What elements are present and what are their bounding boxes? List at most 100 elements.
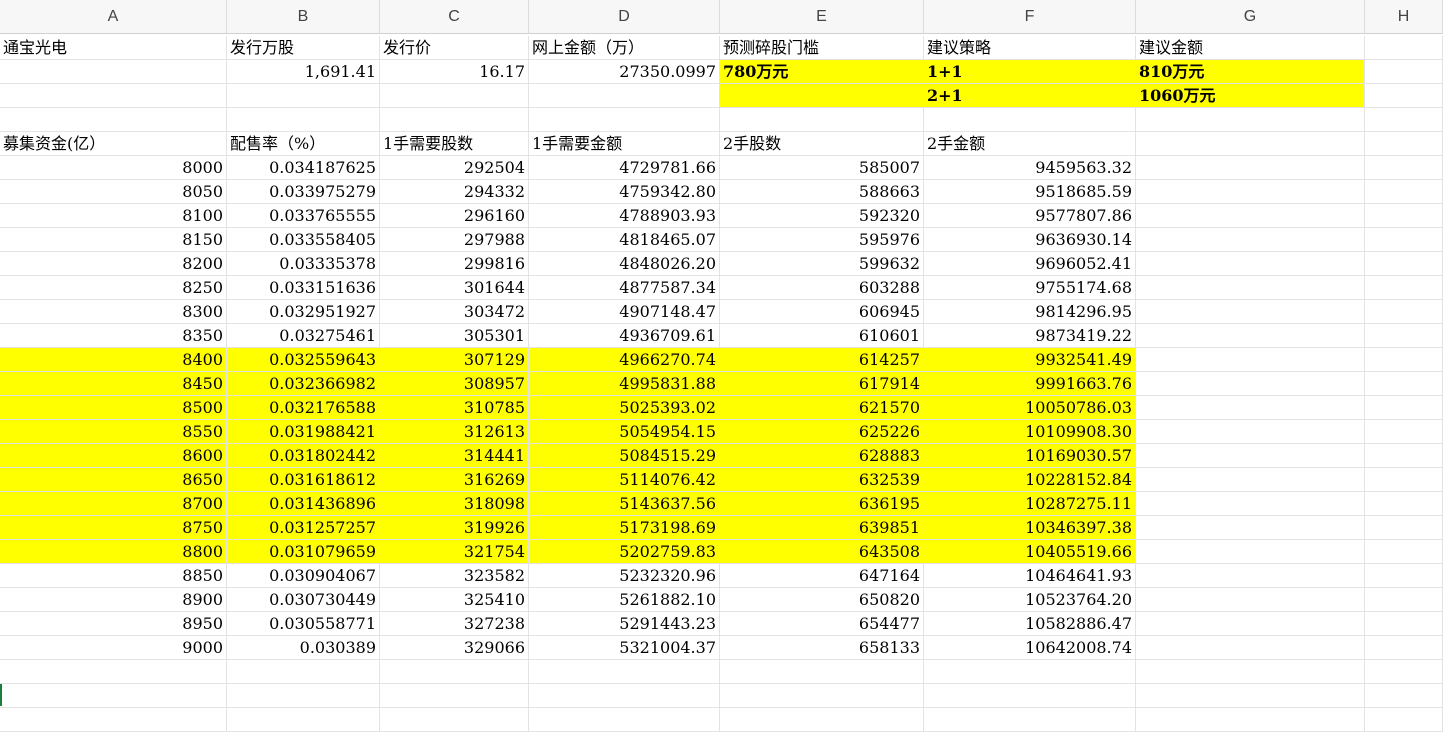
cell-h28[interactable] bbox=[1365, 684, 1443, 708]
column-header-c[interactable]: C bbox=[380, 0, 529, 34]
cell-d27[interactable] bbox=[529, 660, 720, 684]
cell-g10[interactable] bbox=[1136, 252, 1365, 276]
cell-b13[interactable]: 0.03275461 bbox=[227, 324, 380, 348]
cell-b15[interactable]: 0.032366982 bbox=[227, 372, 380, 396]
cell-b4[interactable] bbox=[227, 108, 380, 132]
cell-c9[interactable]: 297988 bbox=[380, 228, 529, 252]
cell-d15[interactable]: 4995831.88 bbox=[529, 372, 720, 396]
cell-g15[interactable] bbox=[1136, 372, 1365, 396]
cell-d18[interactable]: 5084515.29 bbox=[529, 444, 720, 468]
cell-f8[interactable]: 9577807.86 bbox=[924, 204, 1136, 228]
cell-f22[interactable]: 10405519.66 bbox=[924, 540, 1136, 564]
cell-b28[interactable] bbox=[227, 684, 380, 708]
cell-g19[interactable] bbox=[1136, 468, 1365, 492]
cell-d9[interactable]: 4818465.07 bbox=[529, 228, 720, 252]
cell-c14[interactable]: 307129 bbox=[380, 348, 529, 372]
cell-a9[interactable]: 8150 bbox=[0, 228, 227, 252]
cell-c22[interactable]: 321754 bbox=[380, 540, 529, 564]
cell-g13[interactable] bbox=[1136, 324, 1365, 348]
cell-b18[interactable]: 0.031802442 bbox=[227, 444, 380, 468]
cell-g12[interactable] bbox=[1136, 300, 1365, 324]
cell-e25[interactable]: 654477 bbox=[720, 612, 924, 636]
cell-b24[interactable]: 0.030730449 bbox=[227, 588, 380, 612]
cell-h9[interactable] bbox=[1365, 228, 1443, 252]
cell-e9[interactable]: 595976 bbox=[720, 228, 924, 252]
column-header-g[interactable]: G bbox=[1136, 0, 1365, 34]
cell-f3[interactable]: 2+1 bbox=[924, 84, 1136, 108]
cell-d7[interactable]: 4759342.80 bbox=[529, 180, 720, 204]
cell-g1[interactable]: 建议金额 bbox=[1136, 36, 1365, 60]
cell-g24[interactable] bbox=[1136, 588, 1365, 612]
cell-b22[interactable]: 0.031079659 bbox=[227, 540, 380, 564]
cell-f25[interactable]: 10582886.47 bbox=[924, 612, 1136, 636]
cell-b29[interactable] bbox=[227, 708, 380, 732]
cell-a15[interactable]: 8450 bbox=[0, 372, 227, 396]
cell-a13[interactable]: 8350 bbox=[0, 324, 227, 348]
cell-a10[interactable]: 8200 bbox=[0, 252, 227, 276]
cell-b9[interactable]: 0.033558405 bbox=[227, 228, 380, 252]
cell-e18[interactable]: 628883 bbox=[720, 444, 924, 468]
cell-b27[interactable] bbox=[227, 660, 380, 684]
cell-h3[interactable] bbox=[1365, 84, 1443, 108]
cell-h12[interactable] bbox=[1365, 300, 1443, 324]
cell-h20[interactable] bbox=[1365, 492, 1443, 516]
cell-a22[interactable]: 8800 bbox=[0, 540, 227, 564]
cell-h6[interactable] bbox=[1365, 156, 1443, 180]
cell-a27[interactable] bbox=[0, 660, 227, 684]
cell-e11[interactable]: 603288 bbox=[720, 276, 924, 300]
cell-d10[interactable]: 4848026.20 bbox=[529, 252, 720, 276]
cell-e17[interactable]: 625226 bbox=[720, 420, 924, 444]
cell-f24[interactable]: 10523764.20 bbox=[924, 588, 1136, 612]
cell-c27[interactable] bbox=[380, 660, 529, 684]
cell-c13[interactable]: 305301 bbox=[380, 324, 529, 348]
cell-h17[interactable] bbox=[1365, 420, 1443, 444]
cell-e1[interactable]: 预测碎股门槛 bbox=[720, 36, 924, 60]
cell-c11[interactable]: 301644 bbox=[380, 276, 529, 300]
cell-a29[interactable] bbox=[0, 708, 227, 732]
cell-a21[interactable]: 8750 bbox=[0, 516, 227, 540]
cell-a18[interactable]: 8600 bbox=[0, 444, 227, 468]
cell-d28[interactable] bbox=[529, 684, 720, 708]
cell-c26[interactable]: 329066 bbox=[380, 636, 529, 660]
cell-b17[interactable]: 0.031988421 bbox=[227, 420, 380, 444]
cell-g5[interactable] bbox=[1136, 132, 1365, 156]
cell-f27[interactable] bbox=[924, 660, 1136, 684]
cell-a5[interactable]: 募集资金(亿） bbox=[0, 132, 227, 156]
cell-g29[interactable] bbox=[1136, 708, 1365, 732]
cell-h26[interactable] bbox=[1365, 636, 1443, 660]
cell-b8[interactable]: 0.033765555 bbox=[227, 204, 380, 228]
cell-g26[interactable] bbox=[1136, 636, 1365, 660]
cell-d14[interactable]: 4966270.74 bbox=[529, 348, 720, 372]
cell-g23[interactable] bbox=[1136, 564, 1365, 588]
cell-f21[interactable]: 10346397.38 bbox=[924, 516, 1136, 540]
cell-h10[interactable] bbox=[1365, 252, 1443, 276]
cell-h11[interactable] bbox=[1365, 276, 1443, 300]
cell-g27[interactable] bbox=[1136, 660, 1365, 684]
cell-e8[interactable]: 592320 bbox=[720, 204, 924, 228]
cell-a14[interactable]: 8400 bbox=[0, 348, 227, 372]
cell-c28[interactable] bbox=[380, 684, 529, 708]
cell-g11[interactable] bbox=[1136, 276, 1365, 300]
cell-h18[interactable] bbox=[1365, 444, 1443, 468]
cell-e6[interactable]: 585007 bbox=[720, 156, 924, 180]
cell-a2[interactable] bbox=[0, 60, 227, 84]
cell-c19[interactable]: 316269 bbox=[380, 468, 529, 492]
cell-f16[interactable]: 10050786.03 bbox=[924, 396, 1136, 420]
cell-b1[interactable]: 发行万股 bbox=[227, 36, 380, 60]
cell-h1[interactable] bbox=[1365, 36, 1443, 60]
cell-c21[interactable]: 319926 bbox=[380, 516, 529, 540]
cell-f5[interactable]: 2手金额 bbox=[924, 132, 1136, 156]
cell-e27[interactable] bbox=[720, 660, 924, 684]
cell-h16[interactable] bbox=[1365, 396, 1443, 420]
cell-c29[interactable] bbox=[380, 708, 529, 732]
cell-a1[interactable]: 通宝光电 bbox=[0, 36, 227, 60]
cell-a26[interactable]: 9000 bbox=[0, 636, 227, 660]
cell-d3[interactable] bbox=[529, 84, 720, 108]
cell-f19[interactable]: 10228152.84 bbox=[924, 468, 1136, 492]
cell-c20[interactable]: 318098 bbox=[380, 492, 529, 516]
cell-e7[interactable]: 588663 bbox=[720, 180, 924, 204]
cell-g16[interactable] bbox=[1136, 396, 1365, 420]
cell-b16[interactable]: 0.032176588 bbox=[227, 396, 380, 420]
cell-e26[interactable]: 658133 bbox=[720, 636, 924, 660]
cell-h8[interactable] bbox=[1365, 204, 1443, 228]
